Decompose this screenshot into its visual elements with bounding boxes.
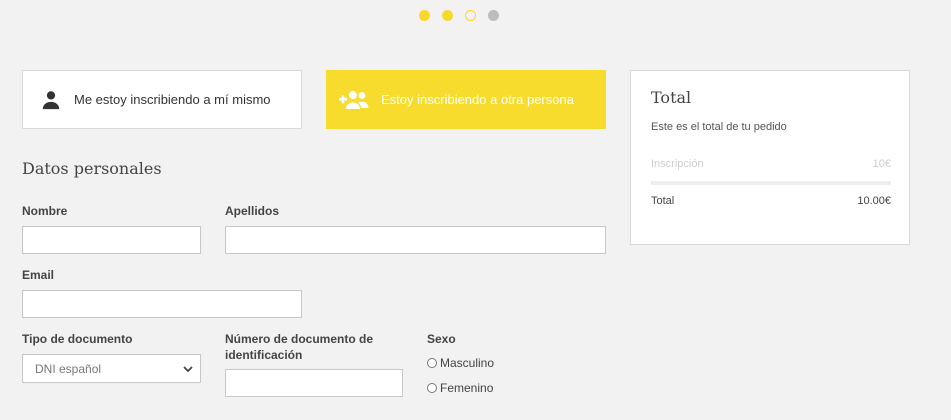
radio-circle[interactable] bbox=[427, 383, 437, 393]
line-item-value: 10€ bbox=[872, 158, 891, 170]
total-value: 10.00€ bbox=[857, 195, 891, 207]
summary-line-item: Inscripción 10€ bbox=[651, 158, 891, 170]
section-title: Datos personales bbox=[22, 159, 162, 178]
sexo-option-label: Masculino bbox=[440, 356, 495, 370]
numero-documento-label-line2: identificación bbox=[225, 348, 303, 362]
apellidos-label: Apellidos bbox=[225, 204, 280, 218]
summary-subtitle: Este es el total de tu pedido bbox=[651, 121, 787, 133]
total-label: Total bbox=[651, 195, 675, 207]
chevron-down-icon bbox=[182, 363, 194, 378]
sexo-option-femenino[interactable]: Femenino bbox=[427, 381, 493, 395]
radio-circle[interactable] bbox=[427, 358, 437, 368]
numero-documento-input[interactable] bbox=[225, 369, 403, 397]
summary-total-row: Total 10.00€ bbox=[651, 195, 891, 207]
person-icon bbox=[40, 89, 62, 111]
email-input[interactable] bbox=[22, 290, 302, 318]
summary-title: Total bbox=[651, 88, 692, 107]
tipo-documento-value: DNI español bbox=[35, 361, 102, 376]
sexo-option-label: Femenino bbox=[440, 381, 494, 395]
tipo-documento-select[interactable]: DNI español bbox=[22, 354, 201, 383]
email-label: Email bbox=[22, 268, 55, 282]
step-dot-3 bbox=[465, 10, 476, 21]
summary-divider bbox=[651, 181, 891, 185]
nombre-label: Nombre bbox=[22, 204, 68, 218]
order-summary-card: Total Este es el total de tu pedido Insc… bbox=[630, 70, 910, 245]
step-dot-1 bbox=[419, 10, 430, 21]
register-self-option[interactable]: Me estoy inscribiendo a mí mismo bbox=[22, 70, 302, 129]
step-dot-2 bbox=[442, 10, 453, 21]
add-group-icon bbox=[339, 90, 369, 110]
progress-steps bbox=[419, 10, 499, 21]
nombre-input[interactable] bbox=[22, 226, 201, 254]
sexo-option-masculino[interactable]: Masculino bbox=[427, 356, 494, 370]
numero-documento-label-line1: Número de documento de bbox=[225, 332, 374, 346]
step-dot-4 bbox=[488, 10, 499, 21]
apellidos-input[interactable] bbox=[225, 226, 606, 254]
line-item-label: Inscripción bbox=[651, 158, 704, 170]
numero-documento-label: Número de documento de identificación bbox=[225, 331, 373, 363]
register-other-option[interactable]: Estoy inscribiendo a otra persona bbox=[326, 70, 606, 129]
register-self-label: Me estoy inscribiendo a mí mismo bbox=[74, 92, 271, 107]
register-other-label: Estoy inscribiendo a otra persona bbox=[381, 92, 574, 107]
tipo-documento-label: Tipo de documento bbox=[22, 332, 133, 346]
sexo-label: Sexo bbox=[427, 332, 456, 346]
